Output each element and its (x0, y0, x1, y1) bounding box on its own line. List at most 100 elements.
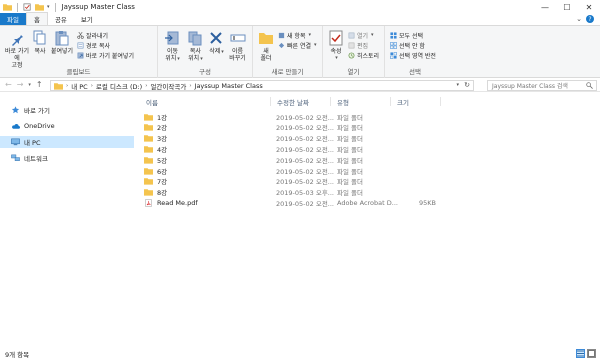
delete-label: 삭제▾ (209, 48, 224, 56)
tab-file[interactable]: 파일 (0, 13, 26, 25)
minimize-button[interactable]: — (534, 0, 556, 14)
file-name-cell[interactable]: 3강 (144, 133, 167, 144)
refresh-icon[interactable]: ↻ (464, 81, 470, 90)
file-name-cell[interactable]: 4강 (144, 143, 167, 154)
nav-item-onedrive[interactable]: OneDrive (0, 120, 134, 132)
file-row[interactable]: 1강 2019-05-02 오전... 파일 폴더 (140, 111, 440, 122)
new-item-button[interactable]: 새 항목 ▾ (278, 31, 317, 40)
file-row[interactable]: Read Me.pdf 2019-05-02 오전... Adobe Acrobat… (140, 197, 440, 208)
pin-label-line1: 바로 가기에 (5, 48, 29, 62)
file-name-cell[interactable]: 1강 (144, 111, 167, 122)
copy-to-line1: 복사 (189, 48, 201, 55)
folder-icon (3, 4, 12, 11)
folder-icon (144, 189, 153, 196)
quick-access-dropdown-icon[interactable]: ▾ (47, 4, 50, 10)
history-button[interactable]: 히스토리 (348, 51, 380, 60)
navigation-pane: 바로 가기 OneDrive 내 PC 네트워크 (0, 93, 134, 347)
open-button[interactable]: 열기 ▾ (348, 31, 379, 40)
file-row[interactable]: 2강 2019-05-02 오전... 파일 폴더 (140, 122, 440, 133)
select-none-label: 선택 안 함 (399, 42, 425, 50)
new-folder-line2: 폴더 (260, 55, 272, 62)
breadcrumb-chevron-icon[interactable]: › (91, 83, 93, 89)
breadcrumb-my-pc[interactable]: 내 PC (71, 81, 88, 91)
select-none-button[interactable]: 선택 안 함 (390, 41, 436, 50)
breadcrumb-composer[interactable]: 얼간이작곡가 (150, 81, 186, 91)
folder-icon (144, 113, 153, 121)
properties-check-icon[interactable] (23, 3, 32, 11)
up-arrow-icon[interactable]: ↑ (36, 80, 43, 89)
forward-arrow-icon[interactable]: → (17, 80, 24, 89)
breadcrumb-current-folder[interactable]: Jayssup Master Class (195, 82, 263, 90)
column-divider[interactable] (440, 97, 441, 106)
column-divider[interactable] (270, 97, 271, 106)
file-name-cell[interactable]: 2강 (144, 122, 167, 133)
copy-label: 복사 (34, 48, 46, 55)
cloud-icon (12, 124, 20, 129)
folder-icon (144, 156, 153, 164)
maximize-button[interactable]: ☐ (556, 0, 578, 14)
new-folder-icon[interactable] (35, 3, 44, 11)
recent-locations-icon[interactable]: ▾ (28, 82, 31, 88)
window-title: Jayssup Master Class (61, 3, 135, 11)
copy-path-button[interactable]: 경로 복사 (77, 41, 134, 50)
column-header-size[interactable]: 크기 (397, 96, 409, 107)
file-row[interactable]: 6강 2019-05-02 오전... 파일 폴더 (140, 165, 440, 176)
file-name-cell[interactable]: 6강 (144, 165, 167, 176)
file-row[interactable]: 7강 2019-05-02 오전... 파일 폴더 (140, 176, 440, 187)
back-arrow-icon[interactable]: ← (5, 80, 12, 89)
file-date: 2019-05-02 오전... (276, 135, 334, 144)
file-row[interactable]: 5강 2019-05-02 오전... 파일 폴더 (140, 154, 440, 165)
file-row[interactable]: 3강 2019-05-02 오전... 파일 폴더 (140, 133, 440, 144)
edit-button[interactable]: 편집 (348, 41, 379, 50)
column-divider[interactable] (330, 97, 331, 106)
column-header-date[interactable]: 수정한 날짜 (277, 96, 309, 107)
cut-button[interactable]: 잘라내기 (77, 31, 134, 40)
breadcrumb-chevron-icon[interactable]: › (66, 83, 68, 89)
tab-share[interactable]: 공유 (48, 13, 74, 25)
new-group-label: 새로 만들기 (271, 68, 304, 76)
file-row[interactable]: 8강 2019-05-03 오후... 파일 폴더 (140, 187, 440, 198)
new-folder-line1: 새 (263, 48, 269, 55)
breadcrumb-local-disk[interactable]: 로컬 디스크 (D:) (96, 81, 142, 91)
delete-label-text: 삭제 (209, 48, 221, 55)
file-name: 6강 (157, 167, 168, 176)
folder-icon (144, 135, 153, 142)
file-name-cell[interactable]: 8강 (144, 187, 167, 198)
expand-ribbon-icon[interactable]: ⌄ (576, 15, 582, 23)
status-bar: 9개 항목 (0, 347, 600, 360)
select-group: 모두 선택 선택 안 함 선택 영역 반전 선택 (385, 26, 445, 78)
nav-item-quick-access[interactable]: 바로 가기 (0, 104, 134, 116)
nav-item-network[interactable]: 네트워크 (0, 152, 134, 164)
file-name-cell[interactable]: 7강 (144, 176, 167, 187)
invert-selection-button[interactable]: 선택 영역 반전 (390, 51, 436, 60)
tab-view[interactable]: 보기 (74, 13, 100, 25)
tab-home[interactable]: 홈 (25, 12, 48, 25)
breadcrumb-chevron-icon[interactable]: › (189, 83, 191, 89)
column-divider[interactable] (390, 97, 391, 106)
file-name-cell[interactable]: Read Me.pdf (144, 197, 198, 208)
file-row[interactable]: 4강 2019-05-02 오전... 파일 폴더 (140, 143, 440, 154)
history-label: 히스토리 (357, 52, 380, 60)
paste-shortcut-button[interactable]: 바로 가기 붙여넣기 (77, 51, 134, 60)
column-header-type[interactable]: 유형 (337, 96, 349, 107)
help-icon[interactable]: ? (586, 15, 594, 23)
breadcrumb-chevron-icon[interactable]: › (145, 83, 147, 89)
star-icon (11, 106, 20, 114)
address-bar[interactable]: › 내 PC › 로컬 디스크 (D:) › 얼간이작곡가 › Jayssup … (50, 80, 474, 91)
open-label: 열기 (357, 32, 369, 40)
select-all-button[interactable]: 모두 선택 (390, 31, 436, 40)
file-name-cell[interactable]: 5강 (144, 154, 167, 165)
search-box[interactable]: Jayssup Master Class 검색 (487, 80, 597, 91)
folder-icon (54, 82, 63, 90)
close-button[interactable]: ✕ (578, 0, 600, 14)
search-placeholder: Jayssup Master Class 검색 (492, 83, 568, 90)
nav-item-my-pc[interactable]: 내 PC (0, 136, 134, 148)
file-type: 파일 폴더 (337, 189, 363, 198)
address-dropdown-icon[interactable]: ▾ (456, 81, 459, 90)
large-icons-view-button[interactable] (587, 349, 596, 358)
easy-access-button[interactable]: 빠른 연결 ▾ (278, 41, 317, 50)
column-header-name[interactable]: 이름 (146, 96, 158, 107)
file-type: Adobe Acrobat D... (337, 198, 398, 207)
details-view-button[interactable] (576, 349, 585, 358)
navigation-bar: ← → ▾ ↑ › 내 PC › 로컬 디스크 (D:) › 얼간이작곡가 › … (0, 78, 600, 92)
